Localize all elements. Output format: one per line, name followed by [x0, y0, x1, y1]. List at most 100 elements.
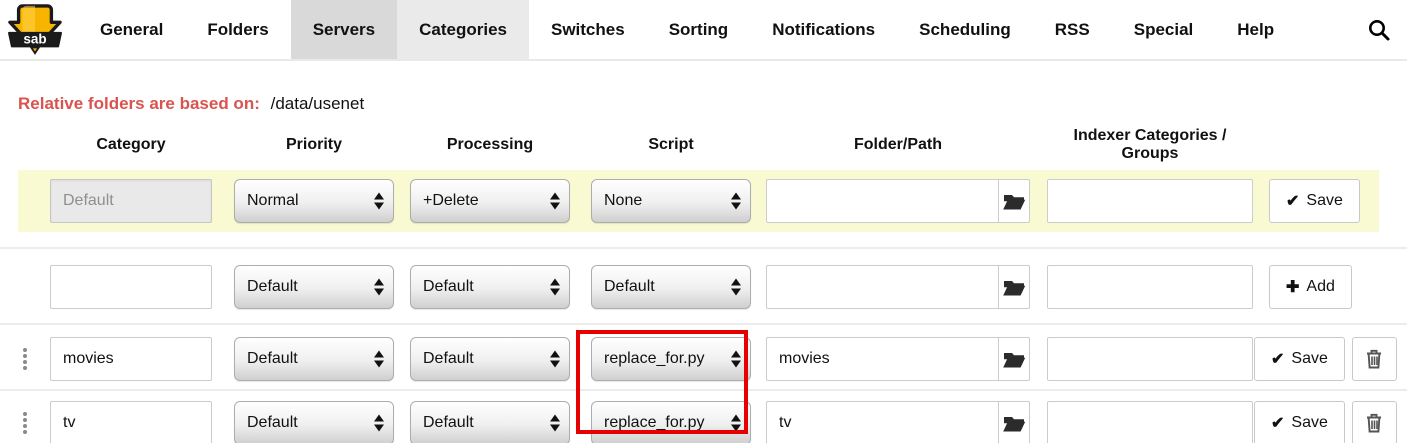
processing-selected-value: Default [423, 278, 474, 296]
header-script: Script [591, 136, 751, 154]
processing-select[interactable]: Default [410, 337, 570, 381]
notice-label: Relative folders are based on: [18, 94, 260, 113]
up-down-arrows-icon [731, 193, 741, 210]
folder-path-input[interactable] [766, 337, 998, 381]
priority-selected-value: Default [247, 350, 298, 368]
tab-general[interactable]: General [78, 0, 185, 59]
row-divider [0, 323, 1407, 325]
svg-text:sab: sab [23, 31, 46, 46]
relative-folders-notice: Relative folders are based on: /data/use… [18, 93, 1407, 115]
folder-path-group [766, 337, 1030, 381]
folder-path-input[interactable] [766, 179, 998, 223]
trash-icon [1363, 411, 1385, 435]
sabnzbd-config-categories-page: sab GeneralFoldersServersCategoriesSwitc… [0, 0, 1407, 443]
browse-folder-button[interactable] [998, 265, 1030, 309]
folder-path-input[interactable] [766, 401, 998, 443]
browse-folder-button[interactable] [998, 401, 1030, 443]
script-select[interactable]: Default [591, 265, 751, 309]
row-divider [0, 389, 1407, 391]
delete-category-button[interactable] [1352, 401, 1397, 443]
priority-selected-value: Normal [247, 192, 299, 210]
folder-icon [1002, 190, 1026, 212]
add-button[interactable]: ✚ Add [1269, 265, 1352, 309]
indexer-categories-input[interactable] [1047, 265, 1253, 309]
header-priority: Priority [234, 136, 394, 154]
priority-selected-value: Default [247, 278, 298, 296]
priority-select[interactable]: Default [234, 401, 394, 443]
categories-table-header: Category Priority Processing Script Fold… [0, 133, 1407, 157]
tab-notifications[interactable]: Notifications [750, 0, 897, 59]
plus-icon: ✚ [1286, 277, 1299, 297]
up-down-arrows-icon [731, 351, 741, 368]
browse-folder-button[interactable] [998, 337, 1030, 381]
folder-icon [1002, 276, 1026, 298]
tab-folders[interactable]: Folders [185, 0, 290, 59]
category-row-tv: Default Default replace_for.py ✔ Save [0, 393, 1407, 443]
top-navbar: sab GeneralFoldersServersCategoriesSwitc… [0, 0, 1407, 61]
button-label: Save [1291, 350, 1327, 368]
folder-path-input[interactable] [766, 265, 998, 309]
processing-select[interactable]: Default [410, 265, 570, 309]
sab-logo-icon: sab [6, 3, 64, 57]
script-select[interactable]: None [591, 179, 751, 223]
category-name-input[interactable] [50, 265, 212, 309]
up-down-arrows-icon [550, 415, 560, 432]
category-name-input[interactable] [50, 337, 212, 381]
indexer-categories-input[interactable] [1047, 179, 1253, 223]
indexer-categories-input[interactable] [1047, 337, 1253, 381]
button-label: Add [1306, 278, 1334, 296]
check-icon: ✔ [1271, 413, 1284, 433]
header-processing: Processing [410, 136, 570, 154]
save-button[interactable]: ✔Save [1269, 179, 1360, 223]
category-name-input[interactable] [50, 401, 212, 443]
priority-select[interactable]: Normal [234, 179, 394, 223]
browse-folder-button[interactable] [998, 179, 1030, 223]
tab-rss[interactable]: RSS [1033, 0, 1112, 59]
sab-logo[interactable]: sab [0, 0, 78, 59]
script-selected-value: replace_for.py [604, 350, 705, 368]
up-down-arrows-icon [550, 279, 560, 296]
priority-select[interactable]: Default [234, 265, 394, 309]
tab-scheduling[interactable]: Scheduling [897, 0, 1033, 59]
up-down-arrows-icon [374, 279, 384, 296]
tab-sorting[interactable]: Sorting [647, 0, 751, 59]
row-divider [0, 247, 1407, 249]
folder-path-group [766, 179, 1030, 223]
drag-handle-icon[interactable] [0, 412, 50, 434]
tab-servers[interactable]: Servers [291, 0, 397, 59]
script-select[interactable]: replace_for.py [591, 401, 751, 443]
indexer-categories-input[interactable] [1047, 401, 1253, 443]
row-actions: ✔ Save [1254, 401, 1397, 443]
button-label: Save [1291, 414, 1327, 432]
delete-category-button[interactable] [1352, 337, 1397, 381]
folder-path-group [766, 265, 1030, 309]
nav-tabs: GeneralFoldersServersCategoriesSwitchesS… [78, 0, 1296, 59]
save-button[interactable]: ✔ Save [1254, 337, 1345, 381]
search-button[interactable] [1351, 0, 1407, 59]
category-row-new: Default Default Default ✚ Add [0, 251, 1407, 323]
processing-selected-value: +Delete [423, 192, 479, 210]
drag-handle-icon[interactable] [0, 348, 50, 370]
category-row-movies: Default Default replace_for.py ✔ Save [0, 329, 1407, 389]
check-icon: ✔ [1271, 349, 1284, 369]
category-rows: Normal+DeleteNone✔SaveDefaultDefaultDefa… [0, 165, 1407, 443]
up-down-arrows-icon [374, 351, 384, 368]
button-label: Save [1306, 192, 1342, 210]
script-select[interactable]: replace_for.py [591, 337, 751, 381]
save-button[interactable]: ✔ Save [1254, 401, 1345, 443]
processing-select[interactable]: +Delete [410, 179, 570, 223]
priority-select[interactable]: Default [234, 337, 394, 381]
processing-select[interactable]: Default [410, 401, 570, 443]
header-indexer-categories: Indexer Categories / Groups [1047, 127, 1253, 163]
folder-icon [1002, 412, 1026, 434]
processing-selected-value: Default [423, 350, 474, 368]
tab-switches[interactable]: Switches [529, 0, 647, 59]
priority-selected-value: Default [247, 414, 298, 432]
notice-path: /data/usenet [271, 94, 365, 113]
search-icon [1367, 18, 1391, 42]
trash-icon [1363, 347, 1385, 371]
row-actions: ✚ Add [1269, 265, 1352, 309]
tab-categories[interactable]: Categories [397, 0, 529, 59]
tab-help[interactable]: Help [1215, 0, 1296, 59]
tab-special[interactable]: Special [1112, 0, 1216, 59]
